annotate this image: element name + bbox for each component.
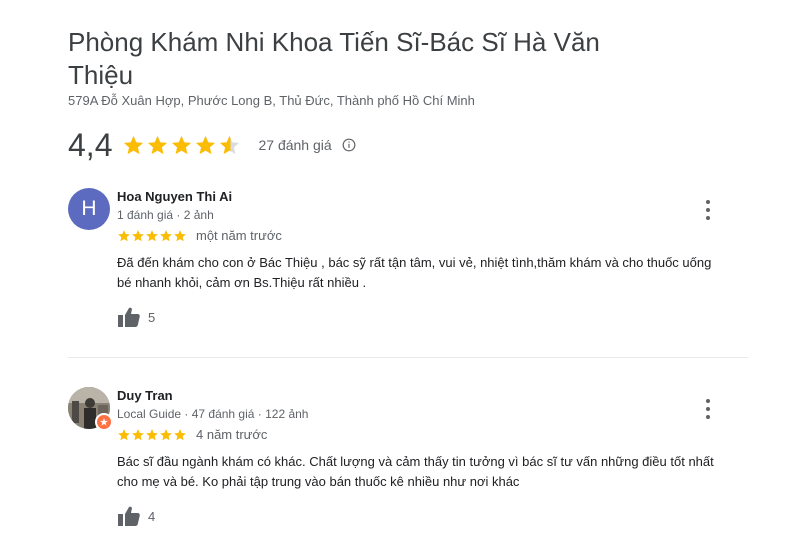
thumbs-up-icon[interactable] — [117, 505, 141, 527]
star-icon — [132, 428, 144, 440]
review-author-meta: Local Guide · 47 đánh giá · 122 ảnh — [117, 407, 309, 421]
like-count: 5 — [148, 309, 156, 325]
review-time: 4 năm trước — [196, 427, 268, 442]
divider — [68, 357, 748, 358]
like-count: 4 — [148, 508, 156, 524]
review-time: một năm trước — [196, 228, 282, 243]
star-icon — [146, 428, 158, 440]
review-text: Đã đến khám cho con ở Bác Thiệu , bác sỹ… — [117, 253, 757, 293]
star-icon — [118, 428, 130, 440]
star-icon — [146, 229, 158, 241]
star-icon — [174, 229, 186, 241]
review-text-line: Bác sĩ đầu ngành khám có khác. Chất lượn… — [117, 454, 714, 469]
place-title: Phòng Khám Nhi Khoa Tiến Sĩ-Bác Sĩ Hà Vă… — [68, 27, 600, 90]
star-icon — [160, 229, 172, 241]
review-card: Duy Tran Local Guide · 47 đánh giá · 122… — [68, 387, 748, 532]
star-icon — [132, 229, 144, 241]
star-icon — [160, 428, 172, 440]
rating-summary: 4,4 27 đánh giá — [68, 126, 356, 164]
review-stars — [117, 428, 187, 442]
star-icon — [172, 135, 192, 154]
review-stars — [117, 229, 187, 243]
review-text-line: Đã đến khám cho con ở Bác Thiệu , bác sỹ… — [117, 255, 712, 270]
thumbs-up-icon[interactable] — [117, 306, 141, 328]
review-text: Bác sĩ đầu ngành khám có khác. Chất lượn… — [117, 452, 757, 492]
review-text-line: cho mẹ và bé. Ko phải tập trung vào bán … — [117, 474, 520, 489]
more-options-icon[interactable] — [702, 399, 714, 419]
star-icon — [220, 135, 240, 154]
local-guide-badge-icon — [95, 413, 113, 431]
review-count[interactable]: 27 đánh giá — [258, 137, 331, 153]
star-icon — [118, 229, 130, 241]
review-author[interactable]: Hoa Nguyen Thi Ai — [117, 188, 747, 205]
place-address: 579A Đỗ Xuân Hợp, Phước Long B, Thủ Đức,… — [68, 93, 475, 108]
more-options-icon[interactable] — [702, 200, 714, 220]
review-card: H Hoa Nguyen Thi Ai 1 đánh giá · 2 ảnh m… — [68, 188, 748, 338]
review-text-line: bé nhanh khỏi, cảm ơn Bs.Thiệu rất nhiều… — [117, 275, 367, 290]
average-rating: 4,4 — [68, 126, 113, 163]
avatar[interactable] — [68, 387, 113, 431]
star-icon — [196, 135, 216, 154]
star-icon — [148, 135, 168, 154]
avatar[interactable]: H — [68, 188, 110, 230]
rating-stars — [122, 134, 242, 157]
review-author-meta: 1 đánh giá · 2 ảnh — [117, 208, 214, 222]
review-author[interactable]: Duy Tran — [117, 387, 747, 404]
star-icon — [174, 428, 186, 440]
star-icon — [124, 135, 144, 154]
info-icon[interactable] — [342, 138, 356, 152]
